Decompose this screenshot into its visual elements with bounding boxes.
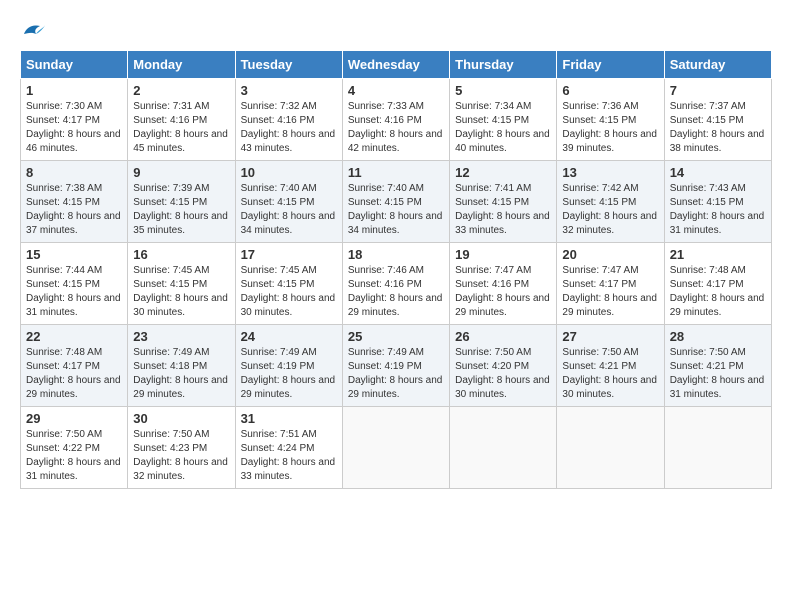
table-row: 25Sunrise: 7:49 AMSunset: 4:19 PMDayligh… <box>342 325 449 407</box>
table-row: 5Sunrise: 7:34 AMSunset: 4:15 PMDaylight… <box>450 79 557 161</box>
logo-bird-icon <box>22 20 46 40</box>
table-row: 15Sunrise: 7:44 AMSunset: 4:15 PMDayligh… <box>21 243 128 325</box>
calendar-week-4: 22Sunrise: 7:48 AMSunset: 4:17 PMDayligh… <box>21 325 772 407</box>
calendar-week-2: 8Sunrise: 7:38 AMSunset: 4:15 PMDaylight… <box>21 161 772 243</box>
logo <box>20 20 46 40</box>
table-row: 14Sunrise: 7:43 AMSunset: 4:15 PMDayligh… <box>664 161 771 243</box>
table-row: 16Sunrise: 7:45 AMSunset: 4:15 PMDayligh… <box>128 243 235 325</box>
table-row: 23Sunrise: 7:49 AMSunset: 4:18 PMDayligh… <box>128 325 235 407</box>
table-row: 27Sunrise: 7:50 AMSunset: 4:21 PMDayligh… <box>557 325 664 407</box>
table-row: 10Sunrise: 7:40 AMSunset: 4:15 PMDayligh… <box>235 161 342 243</box>
table-row: 6Sunrise: 7:36 AMSunset: 4:15 PMDaylight… <box>557 79 664 161</box>
calendar-week-3: 15Sunrise: 7:44 AMSunset: 4:15 PMDayligh… <box>21 243 772 325</box>
table-row: 21Sunrise: 7:48 AMSunset: 4:17 PMDayligh… <box>664 243 771 325</box>
table-row: 11Sunrise: 7:40 AMSunset: 4:15 PMDayligh… <box>342 161 449 243</box>
calendar-week-5: 29Sunrise: 7:50 AMSunset: 4:22 PMDayligh… <box>21 407 772 489</box>
calendar-header-row: SundayMondayTuesdayWednesdayThursdayFrid… <box>21 51 772 79</box>
weekday-header-friday: Friday <box>557 51 664 79</box>
table-row: 20Sunrise: 7:47 AMSunset: 4:17 PMDayligh… <box>557 243 664 325</box>
table-row: 24Sunrise: 7:49 AMSunset: 4:19 PMDayligh… <box>235 325 342 407</box>
table-row <box>557 407 664 489</box>
table-row: 13Sunrise: 7:42 AMSunset: 4:15 PMDayligh… <box>557 161 664 243</box>
table-row <box>342 407 449 489</box>
weekday-header-thursday: Thursday <box>450 51 557 79</box>
table-row: 9Sunrise: 7:39 AMSunset: 4:15 PMDaylight… <box>128 161 235 243</box>
table-row: 8Sunrise: 7:38 AMSunset: 4:15 PMDaylight… <box>21 161 128 243</box>
table-row: 4Sunrise: 7:33 AMSunset: 4:16 PMDaylight… <box>342 79 449 161</box>
table-row: 3Sunrise: 7:32 AMSunset: 4:16 PMDaylight… <box>235 79 342 161</box>
weekday-header-monday: Monday <box>128 51 235 79</box>
table-row: 7Sunrise: 7:37 AMSunset: 4:15 PMDaylight… <box>664 79 771 161</box>
table-row: 22Sunrise: 7:48 AMSunset: 4:17 PMDayligh… <box>21 325 128 407</box>
weekday-header-sunday: Sunday <box>21 51 128 79</box>
table-row <box>664 407 771 489</box>
table-row: 18Sunrise: 7:46 AMSunset: 4:16 PMDayligh… <box>342 243 449 325</box>
weekday-header-wednesday: Wednesday <box>342 51 449 79</box>
weekday-header-saturday: Saturday <box>664 51 771 79</box>
weekday-header-tuesday: Tuesday <box>235 51 342 79</box>
table-row: 19Sunrise: 7:47 AMSunset: 4:16 PMDayligh… <box>450 243 557 325</box>
calendar-day-1: 1Sunrise: 7:30 AMSunset: 4:17 PMDaylight… <box>21 79 128 161</box>
table-row: 26Sunrise: 7:50 AMSunset: 4:20 PMDayligh… <box>450 325 557 407</box>
calendar-table: SundayMondayTuesdayWednesdayThursdayFrid… <box>20 50 772 489</box>
table-row <box>450 407 557 489</box>
calendar-week-1: 1Sunrise: 7:30 AMSunset: 4:17 PMDaylight… <box>21 79 772 161</box>
table-row: 2Sunrise: 7:31 AMSunset: 4:16 PMDaylight… <box>128 79 235 161</box>
table-row: 30Sunrise: 7:50 AMSunset: 4:23 PMDayligh… <box>128 407 235 489</box>
table-row: 17Sunrise: 7:45 AMSunset: 4:15 PMDayligh… <box>235 243 342 325</box>
table-row: 28Sunrise: 7:50 AMSunset: 4:21 PMDayligh… <box>664 325 771 407</box>
table-row: 31Sunrise: 7:51 AMSunset: 4:24 PMDayligh… <box>235 407 342 489</box>
table-row: 29Sunrise: 7:50 AMSunset: 4:22 PMDayligh… <box>21 407 128 489</box>
page-header <box>20 20 772 40</box>
table-row: 12Sunrise: 7:41 AMSunset: 4:15 PMDayligh… <box>450 161 557 243</box>
